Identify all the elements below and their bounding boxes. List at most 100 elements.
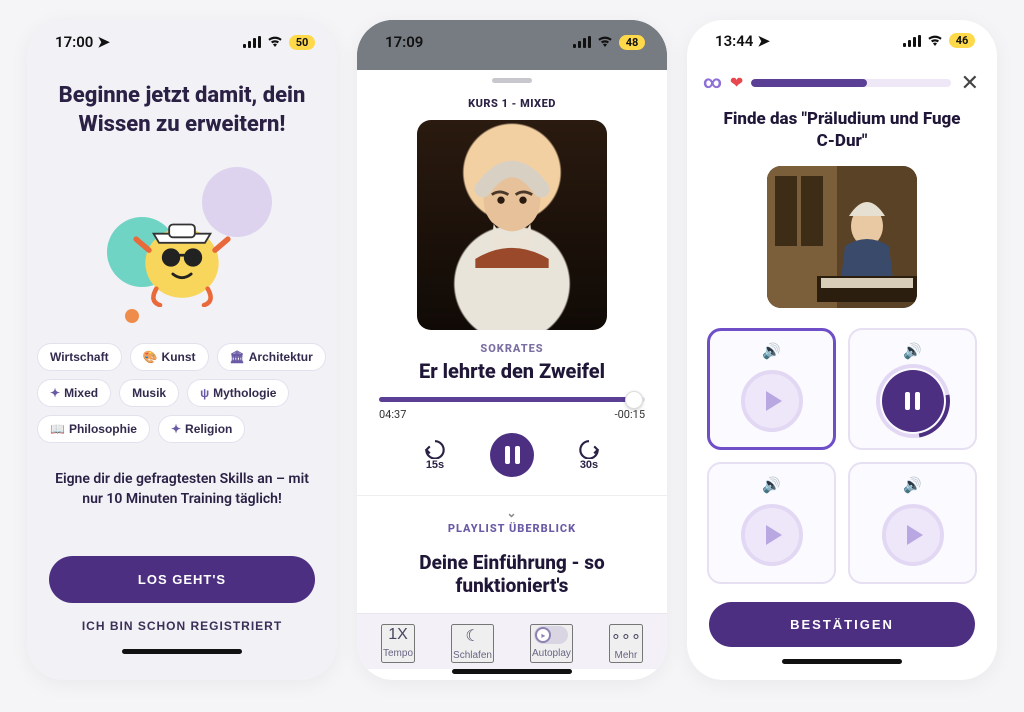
time-elapsed: 04:37 xyxy=(379,408,406,421)
confirm-area: BESTÄTIGEN xyxy=(687,584,997,680)
status-time: 17:09 xyxy=(385,33,423,51)
more-button[interactable]: ∘∘∘ Mehr xyxy=(609,624,643,663)
forward-icon xyxy=(576,439,602,459)
question-image xyxy=(767,166,917,308)
palette-icon: 🎨 xyxy=(143,350,158,364)
question-text: Finde das "Präludium und Fuge C-Dur" xyxy=(687,96,997,152)
status-bar: 13:44➤ 46 xyxy=(687,20,997,62)
battery-indicator: 48 xyxy=(619,35,645,50)
volume-icon: 🔊 xyxy=(762,476,781,494)
status-right: 46 xyxy=(903,32,975,50)
chip-religion[interactable]: ✦Religion xyxy=(158,415,245,443)
composer-illustration xyxy=(767,166,917,308)
volume-icon: 🔊 xyxy=(762,342,781,360)
wifi-icon xyxy=(927,32,943,50)
pause-icon xyxy=(882,370,944,432)
quiz-header: ∞ ❤ ✕ xyxy=(687,62,997,96)
pause-icon xyxy=(505,446,520,464)
chip-philosophie[interactable]: 📖Philosophie xyxy=(37,415,150,443)
lesson-title: Er lehrte den Zweifel xyxy=(357,355,667,383)
toggle-icon: ▸ xyxy=(534,626,568,644)
answer-option-4[interactable]: 🔊 xyxy=(848,462,977,584)
next-lesson-title: Deine Einführung - so funktioniert's xyxy=(357,541,667,597)
confirm-button[interactable]: BESTÄTIGEN xyxy=(709,602,975,647)
start-button[interactable]: LOS GEHT'S xyxy=(49,556,315,603)
play-icon xyxy=(741,370,803,432)
skip-forward-button[interactable]: 30s xyxy=(576,439,602,471)
chip-kunst[interactable]: 🎨Kunst xyxy=(130,343,209,371)
player-screen: 17:09 48 KURS 1 - MIXED SOKRATES Er lehr… xyxy=(357,20,667,680)
status-right: 50 xyxy=(243,33,315,51)
cta-area: LOS GEHT'S ICH BIN SCHON REGISTRIERT xyxy=(27,556,337,680)
player-controls: 15s 30s xyxy=(357,421,667,487)
status-time: 13:44➤ xyxy=(715,32,770,50)
hero-illustration xyxy=(47,147,317,337)
home-indicator xyxy=(782,659,902,664)
pause-button[interactable] xyxy=(490,433,534,477)
play-icon xyxy=(882,504,944,566)
login-button[interactable]: ICH BIN SCHON REGISTRIERT xyxy=(49,603,315,649)
autoplay-toggle-button[interactable]: ▸ Autoplay xyxy=(530,624,573,663)
status-right: 48 xyxy=(573,33,645,51)
onboarding-screen: 17:00➤ 50 Beginne jetzt damit, dein Wiss… xyxy=(27,20,337,680)
course-label: KURS 1 - MIXED xyxy=(357,83,667,110)
chip-mythologie[interactable]: ψMythologie xyxy=(187,379,289,407)
time-remaining: -00:15 xyxy=(615,408,645,421)
signal-icon xyxy=(243,36,261,48)
skip-back-button[interactable]: 15s xyxy=(422,439,448,471)
chevron-down-icon: ⌄ xyxy=(357,506,667,520)
signal-icon xyxy=(573,36,591,48)
sleep-button[interactable]: ☾ Schlafen xyxy=(451,624,494,663)
location-icon: ➤ xyxy=(97,33,110,51)
battery-indicator: 50 xyxy=(289,35,315,50)
speaker-name: SOKRATES xyxy=(357,330,667,355)
status-bar: 17:00➤ 50 xyxy=(27,20,337,64)
home-indicator xyxy=(452,669,572,674)
portrait-icon xyxy=(465,158,559,268)
infinity-icon: ∞ xyxy=(703,72,722,93)
mascot-icon xyxy=(127,197,237,307)
subtitle: Eigne dir die gefragtesten Skills an – m… xyxy=(27,449,337,510)
volume-icon: 🔊 xyxy=(903,342,922,360)
slider-thumb[interactable] xyxy=(625,391,643,409)
building-icon: 🏛 xyxy=(230,350,245,364)
time-labels: 04:37 -00:15 xyxy=(357,402,667,421)
lesson-artwork xyxy=(417,120,607,330)
volume-icon: 🔊 xyxy=(903,476,922,494)
location-icon: ➤ xyxy=(757,32,770,50)
battery-indicator: 46 xyxy=(949,33,975,48)
more-icon: ∘∘∘ xyxy=(611,626,641,646)
quiz-screen: 13:44➤ 46 ∞ ❤ ✕ Finde das "Präludium und… xyxy=(687,20,997,680)
moon-icon: ☾ xyxy=(465,626,479,646)
answer-option-1[interactable]: 🔊 xyxy=(707,328,836,450)
tempo-button[interactable]: 1X Tempo xyxy=(381,624,415,663)
decor-circle xyxy=(125,309,139,323)
player-bottom-bar: 1X Tempo ☾ Schlafen ▸ Autoplay ∘∘∘ Mehr xyxy=(357,613,667,669)
page-title: Beginne jetzt damit, dein Wissen zu erwe… xyxy=(27,64,337,147)
playlist-toggle[interactable]: ⌄ PLAYLIST ÜBERBLICK xyxy=(357,495,667,541)
status-bar: 17:09 48 xyxy=(357,20,667,64)
religion-icon: ✦ xyxy=(171,422,181,436)
close-button[interactable]: ✕ xyxy=(959,70,981,96)
chip-mixed[interactable]: ✦Mixed xyxy=(37,379,111,407)
answer-grid: 🔊 🔊 🔊 🔊 xyxy=(687,308,997,584)
tempo-value: 1X xyxy=(388,626,408,644)
book-icon: 📖 xyxy=(50,422,65,436)
heart-icon: ❤ xyxy=(730,73,743,92)
play-icon xyxy=(741,504,803,566)
shuffle-icon: ✦ xyxy=(50,386,60,400)
myth-icon: ψ xyxy=(200,386,209,400)
sheet-backdrop: 17:09 48 xyxy=(357,20,667,70)
signal-icon xyxy=(903,35,921,47)
wifi-icon xyxy=(267,33,283,51)
chip-wirtschaft[interactable]: Wirtschaft xyxy=(37,343,122,371)
close-icon: ✕ xyxy=(961,70,979,95)
answer-option-3[interactable]: 🔊 xyxy=(707,462,836,584)
wifi-icon xyxy=(597,33,613,51)
topic-chips: Wirtschaft 🎨Kunst 🏛Architektur ✦Mixed Mu… xyxy=(27,337,337,449)
answer-option-2[interactable]: 🔊 xyxy=(848,328,977,450)
chip-architektur[interactable]: 🏛Architektur xyxy=(217,343,326,371)
progress-slider[interactable] xyxy=(357,383,667,402)
quiz-progress xyxy=(751,79,950,87)
chip-musik[interactable]: Musik xyxy=(119,379,179,407)
